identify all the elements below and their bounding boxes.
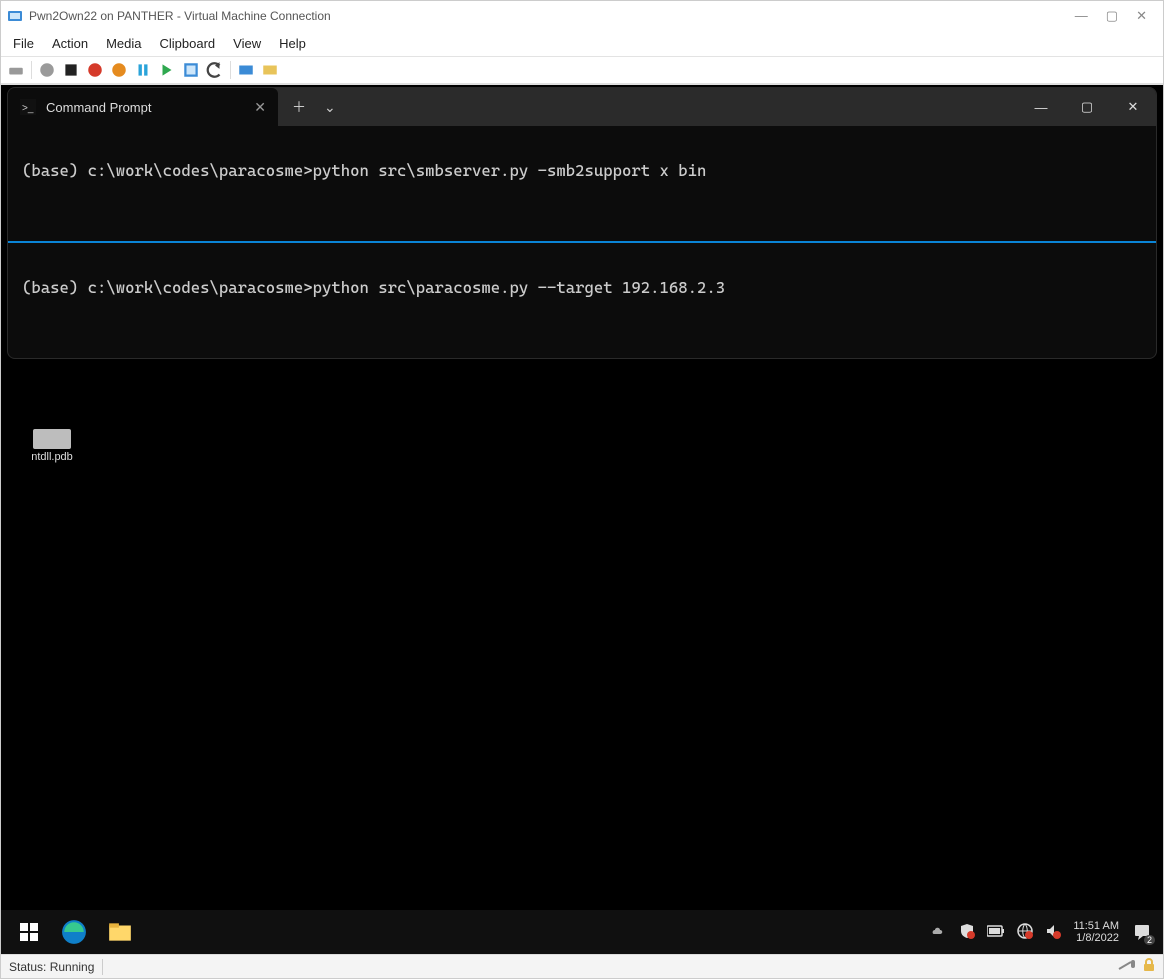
tab-dropdown-button[interactable]: ⌄ xyxy=(324,99,336,116)
host-statusbar: Status: Running xyxy=(1,954,1163,978)
enhanced-session-icon[interactable] xyxy=(237,61,255,79)
share-icon[interactable] xyxy=(261,61,279,79)
guest-screen: >_ Command Prompt ✕ ＋ ⌄ — ▢ ✕ (base) c:\… xyxy=(1,85,1163,954)
edge-icon[interactable] xyxy=(61,919,87,945)
terminal-tab-active[interactable]: >_ Command Prompt ✕ xyxy=(8,88,278,126)
terminal-tabbar: >_ Command Prompt ✕ ＋ ⌄ — ▢ ✕ xyxy=(8,88,1156,126)
guest-taskbar: 11:51 AM 1/8/2022 2 xyxy=(1,910,1163,954)
checkpoint-icon[interactable] xyxy=(182,61,200,79)
terminal-minimize-button[interactable]: — xyxy=(1018,100,1064,115)
file-icon xyxy=(33,429,71,449)
terminal-body: (base) c:\work\codes\paracosme>python sr… xyxy=(8,126,1156,358)
tray-volume-icon[interactable] xyxy=(1045,923,1061,942)
menu-file[interactable]: File xyxy=(13,36,34,51)
taskbar-pinned xyxy=(61,919,133,945)
status-divider xyxy=(102,959,103,975)
tray-network-icon[interactable] xyxy=(1017,923,1033,942)
ctrl-alt-del-icon[interactable] xyxy=(7,61,25,79)
new-tab-button[interactable]: ＋ xyxy=(292,97,306,117)
tray-onedrive-icon[interactable] xyxy=(931,923,947,942)
terminal-maximize-button[interactable]: ▢ xyxy=(1064,99,1110,115)
pause-icon[interactable] xyxy=(134,61,152,79)
file-explorer-icon[interactable] xyxy=(107,919,133,945)
svg-text:>_: >_ xyxy=(22,103,34,114)
system-tray: 11:51 AM 1/8/2022 2 xyxy=(931,920,1153,944)
vm-title: Pwn2Own22 on PANTHER - Virtual Machine C… xyxy=(29,9,1075,23)
terminal-pane-2[interactable]: (base) c:\work\codes\paracosme>python sr… xyxy=(8,243,1156,358)
tab-actions: ＋ ⌄ xyxy=(278,88,350,126)
menu-action[interactable]: Action xyxy=(52,36,88,51)
desktop-icon-label: ntdll.pdb xyxy=(17,451,87,463)
terminal-close-button[interactable]: ✕ xyxy=(1110,99,1156,115)
vm-window-controls: — ▢ ✕ xyxy=(1075,8,1157,24)
menu-clipboard[interactable]: Clipboard xyxy=(160,36,216,51)
tray-security-icon[interactable] xyxy=(959,923,975,942)
tray-date: 1/8/2022 xyxy=(1073,932,1119,944)
toolbar-divider-2 xyxy=(230,61,231,79)
terminal-window: >_ Command Prompt ✕ ＋ ⌄ — ▢ ✕ (base) c:\… xyxy=(7,87,1157,359)
cmd-icon: >_ xyxy=(20,99,36,115)
vm-icon xyxy=(7,8,23,24)
status-lock-icon xyxy=(1143,958,1155,975)
minimize-button[interactable]: — xyxy=(1075,8,1088,24)
notifications-button[interactable]: 2 xyxy=(1131,921,1153,943)
desktop-icon-ntdll[interactable]: ntdll.pdb xyxy=(17,429,87,463)
tray-battery-icon[interactable] xyxy=(987,925,1005,940)
reset-icon[interactable] xyxy=(158,61,176,79)
vm-window: Pwn2Own22 on PANTHER - Virtual Machine C… xyxy=(0,0,1164,979)
terminal-pane-1[interactable]: (base) c:\work\codes\paracosme>python sr… xyxy=(8,126,1156,241)
vm-toolbar xyxy=(1,57,1163,85)
tab-close-icon[interactable]: ✕ xyxy=(254,99,266,116)
menu-view[interactable]: View xyxy=(233,36,261,51)
toolbar-divider xyxy=(31,61,32,79)
vm-titlebar: Pwn2Own22 on PANTHER - Virtual Machine C… xyxy=(1,1,1163,31)
revert-icon[interactable] xyxy=(206,61,224,79)
menu-media[interactable]: Media xyxy=(106,36,141,51)
turnoff-icon[interactable] xyxy=(62,61,80,79)
status-icons xyxy=(1117,958,1155,975)
start-button[interactable] xyxy=(11,923,47,941)
status-input-icon xyxy=(1117,959,1139,974)
save-icon[interactable] xyxy=(110,61,128,79)
close-button[interactable]: ✕ xyxy=(1136,8,1147,24)
shutdown-icon[interactable] xyxy=(86,61,104,79)
menu-help[interactable]: Help xyxy=(279,36,306,51)
terminal-window-controls: — ▢ ✕ xyxy=(1018,88,1156,126)
tray-time: 11:51 AM xyxy=(1073,920,1119,932)
status-text: Status: Running xyxy=(9,960,94,974)
notifications-badge: 2 xyxy=(1144,935,1155,945)
tray-clock[interactable]: 11:51 AM 1/8/2022 xyxy=(1073,920,1119,944)
start-icon[interactable] xyxy=(38,61,56,79)
vm-menubar: File Action Media Clipboard View Help xyxy=(1,31,1163,57)
maximize-button[interactable]: ▢ xyxy=(1106,8,1118,24)
terminal-tab-title: Command Prompt xyxy=(46,100,244,115)
